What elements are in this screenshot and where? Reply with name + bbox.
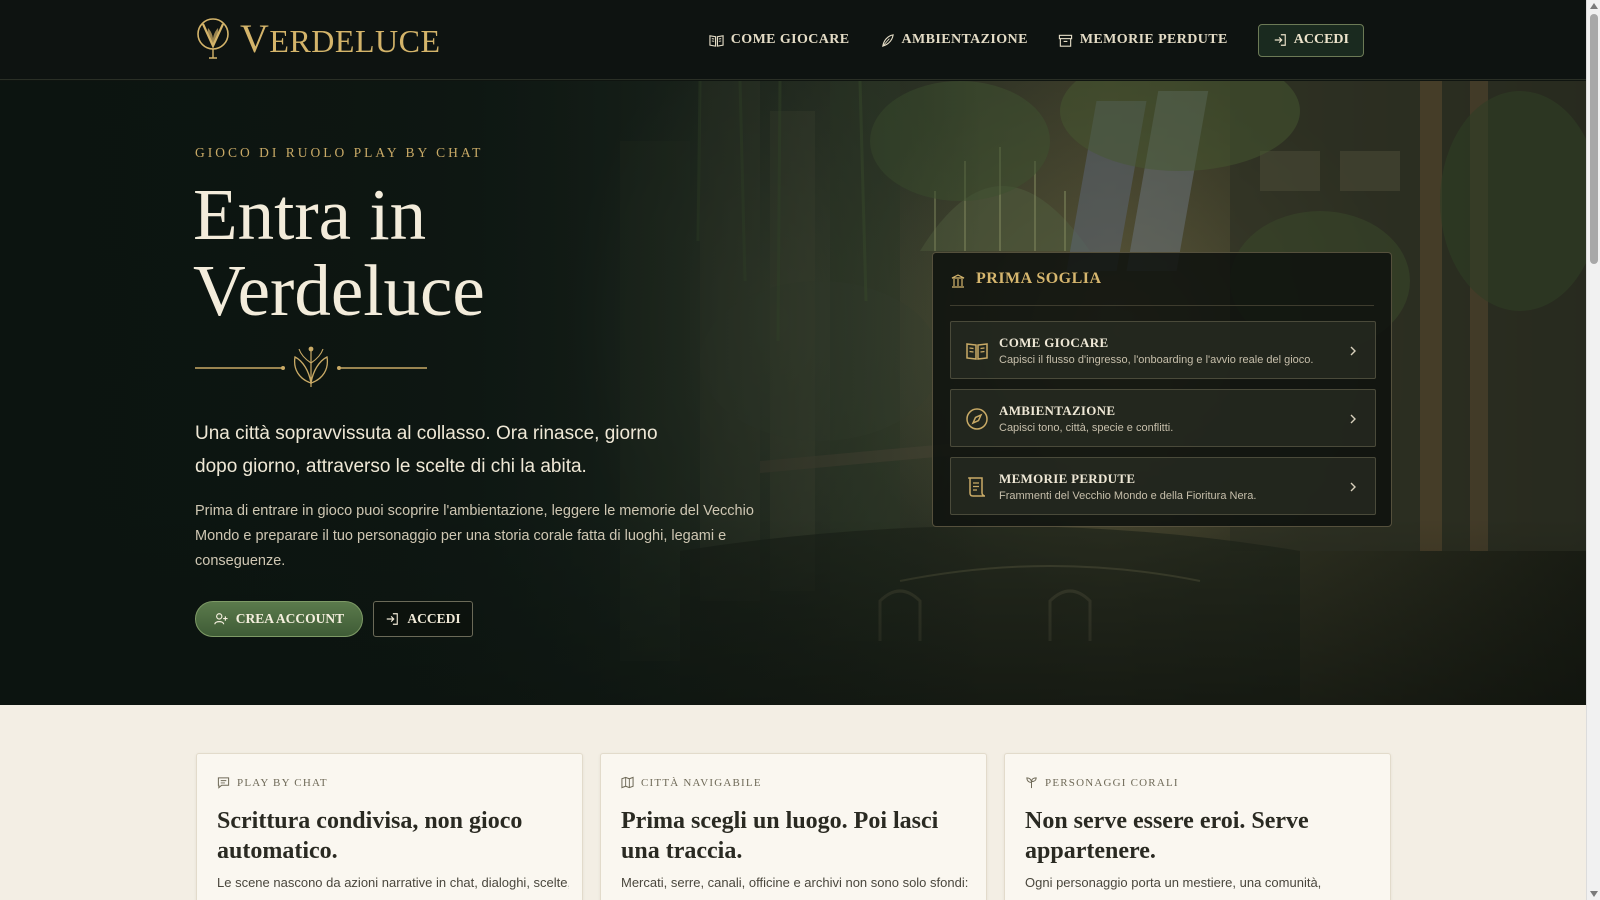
panel-item-title: COME GIOCARE <box>999 335 1109 350</box>
chevron-right-icon <box>1350 346 1356 356</box>
panel-item-ambientazione[interactable]: AMBIENTAZIONE Capisci tono, città, speci… <box>950 389 1376 447</box>
card-title: Scrittura condivisa, non gioco automatic… <box>217 808 523 864</box>
card-text: Le scene nascono da azioni narrative in … <box>217 875 569 890</box>
panel-item-desc: Capisci tono, città, specie e conflitti. <box>999 422 1174 434</box>
scroll-up-arrow-icon[interactable] <box>1590 3 1598 9</box>
page-scrollbar[interactable] <box>1586 0 1600 900</box>
card-tag-label: PLAY BY CHAT <box>237 776 328 789</box>
nav-item-label: AMBIENTAZIONE <box>901 32 1028 47</box>
compass-icon <box>966 408 988 430</box>
card-tag: PERSONAGGI CORALI <box>1025 776 1179 789</box>
feature-card-personaggi-corali: PERSONAGGI CORALI Non serve essere eroi.… <box>1004 753 1391 900</box>
brand-logo-link[interactable]: VERDELUCE <box>194 14 440 62</box>
card-tag-label: PERSONAGGI CORALI <box>1045 776 1179 789</box>
log-in-icon <box>387 613 399 625</box>
chevron-right-icon <box>1350 414 1356 424</box>
scrollbar-thumb[interactable] <box>1590 14 1598 264</box>
hero-title: Entra in Verdeluce <box>193 177 485 329</box>
feature-card-citta-navigabile: CITTÀ NAVIGABILE Prima scegli un luogo. … <box>600 753 987 900</box>
nav-item-label: MEMORIE PERDUTE <box>1079 32 1228 47</box>
verdeluce-emblem-icon <box>197 18 229 59</box>
map-icon <box>621 776 634 789</box>
features-section: PLAY BY CHAT Scrittura condivisa, non gi… <box>0 705 1586 900</box>
feather-icon <box>881 33 894 47</box>
hero-lead-text: Una città sopravvissuta al collasso. Ora… <box>195 423 658 477</box>
sprout-icon <box>1026 777 1037 789</box>
top-navigation-bar: VERDELUCE COME GIOCARE AMBIENTAZIONE MEM… <box>0 0 1586 80</box>
panel-item-title: AMBIENTAZIONE <box>999 403 1116 418</box>
card-title: Non serve essere eroi. Serve appartenere… <box>1025 808 1309 864</box>
book-open-icon <box>709 34 724 47</box>
book-open-icon <box>966 343 988 360</box>
nav-come-giocare[interactable]: COME GIOCARE <box>709 32 850 48</box>
hero-title-line-2: Verdeluce <box>193 250 485 331</box>
main-nav: COME GIOCARE AMBIENTAZIONE MEMORIE PERDU… <box>709 0 1364 80</box>
nav-ambientazione[interactable]: AMBIENTAZIONE <box>880 32 1028 48</box>
card-tag: CITTÀ NAVIGABILE <box>621 776 762 789</box>
hero-eyebrow: GIOCO DI RUOLO PLAY BY CHAT <box>195 145 484 160</box>
nav-login-button[interactable]: ACCEDI <box>1257 23 1364 57</box>
create-account-button[interactable]: CREA ACCOUNT <box>195 601 363 637</box>
nav-login-label: ACCEDI <box>1293 32 1349 47</box>
temple-icon <box>951 274 965 288</box>
hero-login-button[interactable]: ACCEDI <box>373 601 473 637</box>
scroll-down-arrow-icon[interactable] <box>1590 891 1598 897</box>
panel-item-come-giocare[interactable]: COME GIOCARE Capisci il flusso d'ingress… <box>950 321 1376 379</box>
card-tag: PLAY BY CHAT <box>217 776 328 789</box>
archive-icon <box>1058 34 1072 47</box>
prima-soglia-panel: PRIMA SOGLIA COME GIOCARE Capisci il flu… <box>932 252 1392 527</box>
hero-title-line-1: Entra in <box>193 174 427 255</box>
card-text: Mercati, serre, canali, officine e archi… <box>621 875 969 890</box>
panel-item-title: MEMORIE PERDUTE <box>999 471 1136 486</box>
nav-item-label: COME GIOCARE <box>730 32 850 47</box>
hero-login-label: ACCEDI <box>407 611 461 626</box>
brand-name: VERDELUCE <box>240 15 441 61</box>
user-plus-icon <box>214 613 228 625</box>
scroll-icon <box>968 477 986 497</box>
hero-body-text: Prima di entrare in gioco puoi scoprire … <box>195 503 754 569</box>
nav-memorie-perdute[interactable]: MEMORIE PERDUTE <box>1058 32 1228 48</box>
panel-item-desc: Capisci il flusso d'ingresso, l'onboardi… <box>999 354 1314 366</box>
hero-section: GIOCO DI RUOLO PLAY BY CHAT Entra in Ver… <box>0 81 1586 705</box>
chat-icon <box>217 777 230 789</box>
chevron-right-icon <box>1350 482 1356 492</box>
card-text: Ogni personaggio porta un mestiere, una … <box>1025 875 1322 890</box>
card-tag-label: CITTÀ NAVIGABILE <box>641 776 762 789</box>
log-in-icon <box>1274 34 1286 46</box>
leaf-ornament-divider-icon <box>195 346 427 387</box>
panel-item-desc: Frammenti del Vecchio Mondo e della Fior… <box>999 490 1257 502</box>
panel-header: PRIMA SOGLIA <box>950 270 1374 306</box>
create-account-label: CREA ACCOUNT <box>235 611 345 626</box>
card-title: Prima scegli un luogo. Poi lasci una tra… <box>621 808 939 864</box>
feature-card-play-by-chat: PLAY BY CHAT Scrittura condivisa, non gi… <box>196 753 583 900</box>
panel-item-memorie-perdute[interactable]: MEMORIE PERDUTE Frammenti del Vecchio Mo… <box>950 457 1376 515</box>
panel-title: PRIMA SOGLIA <box>976 270 1102 287</box>
